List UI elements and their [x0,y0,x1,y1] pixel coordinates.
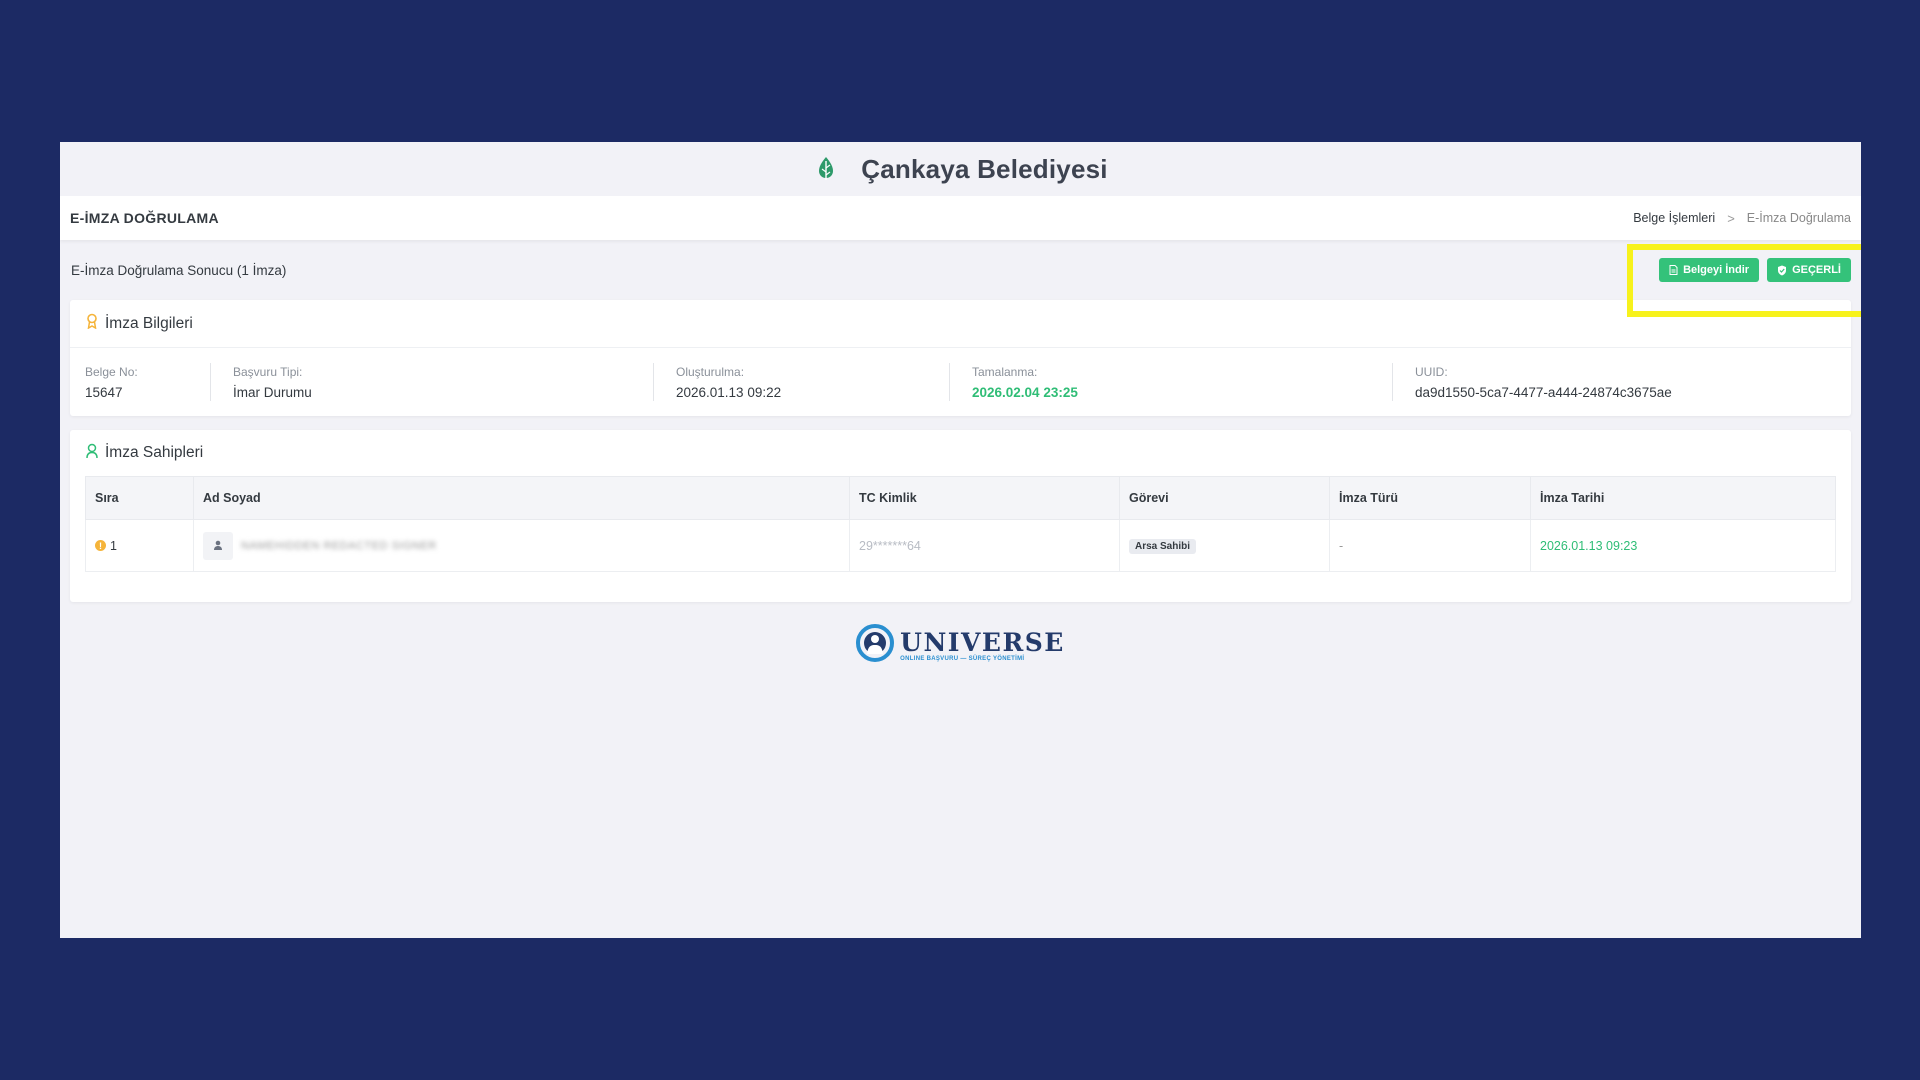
download-document-label: Belgeyi İndir [1683,264,1750,276]
info-label: Tamalanma: [972,364,1038,379]
column-header-imza-tarihi[interactable]: İmza Tarihi [1530,476,1836,520]
app-header: Çankaya Belediyesi [60,142,1861,196]
table-header-row: Sıra Ad Soyad TC Kimlik Görevi İmza Türü… [85,476,1836,520]
info-olusturulma: Oluşturulma: 2026.01.13 09:22 [653,363,949,401]
cell-ad-soyad: NAMEHIDDEN REDACTED SIGNER [193,519,850,572]
result-title: E-İmza Doğrulama Sonucu (1 İmza) [71,262,287,278]
info-tamalanma: Tamalanma: 2026.02.04 23:25 [949,363,1392,401]
breadcrumb-item-belge-islemleri[interactable]: Belge İşlemleri [1633,211,1715,225]
column-header-tc-kimlik[interactable]: TC Kimlik [849,476,1120,520]
info-value: 2026.02.04 23:25 [972,384,1078,400]
cell-gorevi: Arsa Sahibi [1119,519,1330,572]
signers-table: Sıra Ad Soyad TC Kimlik Görevi İmza Türü… [85,476,1836,572]
cell-tc-kimlik: 29*******64 [849,519,1120,572]
valid-status-label: GEÇERLİ [1792,264,1841,276]
info-label: Başvuru Tipi: [233,364,303,379]
user-icon [85,443,99,464]
app-frame: Çankaya Belediyesi E-İMZA DOĞRULAMA Belg… [60,142,1861,938]
info-value: İmar Durumu [233,384,312,400]
signature-info-grid: Belge No: 15647 Başvuru Tipi: İmar Durum… [70,348,1851,416]
signature-info-header: İmza Bilgileri [70,300,1851,348]
info-basvuru-tipi: Başvuru Tipi: İmar Durumu [210,363,653,401]
cell-imza-tarihi: 2026.01.13 09:23 [1530,519,1836,572]
breadcrumb-item-current: E-İmza Doğrulama [1746,211,1851,225]
page-title: E-İMZA DOĞRULAMA [70,210,219,226]
role-badge: Arsa Sahibi [1129,538,1197,554]
info-belge-no: Belge No: 15647 [85,365,210,400]
action-buttons: Belgeyi İndir GEÇERLİ [1659,258,1851,282]
universe-logo-icon [856,624,895,667]
download-document-button[interactable]: Belgeyi İndir [1659,258,1760,282]
column-header-sira[interactable]: Sıra [85,476,194,520]
warning-icon: ! [95,540,106,551]
document-icon [1669,265,1678,275]
page-bar: E-İMZA DOĞRULAMA Belge İşlemleri > E-İmz… [60,196,1861,240]
info-value: 15647 [85,384,123,400]
person-icon [214,540,222,550]
app-title: Çankaya Belediyesi [861,153,1108,184]
info-label: Belge No: [85,364,138,379]
column-header-gorevi[interactable]: Görevi [1119,476,1330,520]
info-value: da9d1550-5ca7-4477-a444-24874c3675ae [1415,384,1672,400]
info-label: UUID: [1415,364,1448,379]
cell-imza-turu: - [1329,519,1531,572]
breadcrumb: Belge İşlemleri > E-İmza Doğrulama [1633,211,1851,226]
breadcrumb-separator: > [1727,210,1735,226]
cell-sira: ! 1 [85,519,194,572]
signature-info-card: İmza Bilgileri Belge No: 15647 Başvuru T… [70,300,1851,416]
info-value: 2026.01.13 09:22 [676,384,782,400]
sira-value: 1 [110,538,117,553]
leaf-logo-icon [813,150,839,188]
signature-info-heading: İmza Bilgileri [105,314,193,332]
shield-check-icon [1777,265,1787,276]
column-header-imza-turu[interactable]: İmza Türü [1329,476,1531,520]
result-row: E-İmza Doğrulama Sonucu (1 İmza) Belgeyi… [60,240,1861,300]
signers-header: İmza Sahipleri [70,430,1851,476]
brand-tagline: ONLINE BAŞVURU — SÜREÇ YÖNETİMİ [900,655,1025,662]
avatar [203,531,233,560]
footer-logo: UNIVERSE ONLINE BAŞVURU — SÜREÇ YÖNETİMİ [60,624,1861,667]
signers-heading: İmza Sahipleri [105,444,204,461]
signer-name: NAMEHIDDEN REDACTED SIGNER [241,539,437,552]
valid-status-button[interactable]: GEÇERLİ [1767,258,1851,282]
info-label: Oluşturulma: [676,364,745,379]
brand-name: UNIVERSE [900,627,1065,657]
table-row: ! 1 NAMEHIDDEN REDACTED SIGNER 29*******… [85,519,1836,572]
info-uuid: UUID: da9d1550-5ca7-4477-a444-24874c3675… [1392,363,1792,401]
signers-card: İmza Sahipleri Sıra Ad Soyad TC Kimlik G… [70,430,1851,602]
award-icon [85,313,99,334]
column-header-ad-soyad[interactable]: Ad Soyad [193,476,850,520]
